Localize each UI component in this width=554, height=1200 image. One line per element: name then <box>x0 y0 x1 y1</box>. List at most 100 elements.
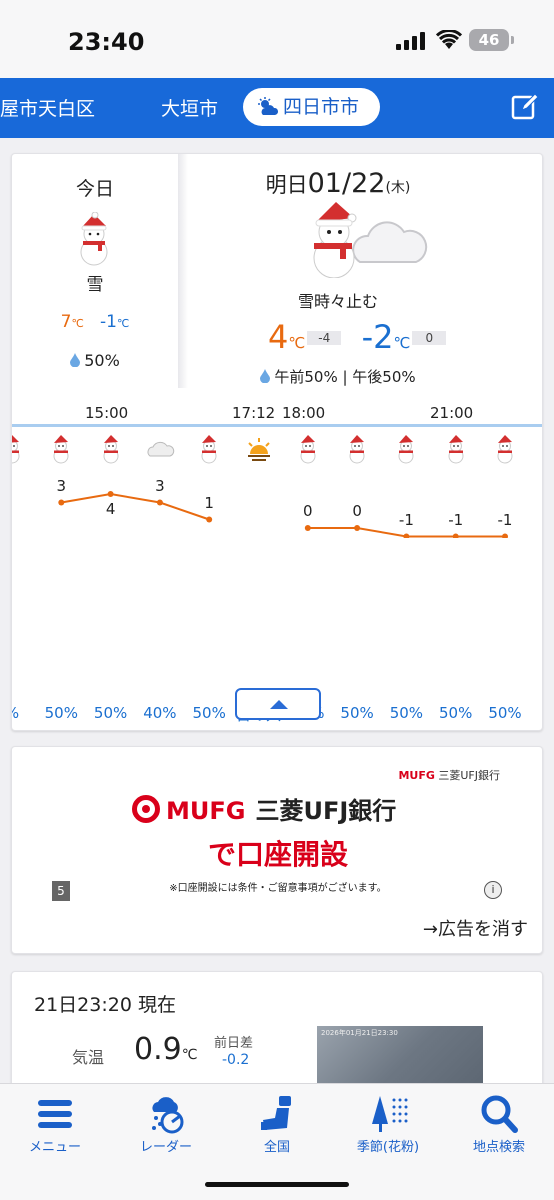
forecast-card: 今日 雪 7℃ -1℃ 50% 明日01/22(木) 雪時々止む 4℃ -4 -… <box>11 153 543 731</box>
hourly-temp: 1 <box>204 493 214 512</box>
current-temperature: 0.9℃ <box>134 1032 198 1067</box>
today-weather: 雪 <box>86 275 104 295</box>
snowman-icon <box>342 434 372 464</box>
snowman-cloud-icon <box>313 202 428 278</box>
snowman-icon <box>490 434 520 464</box>
collapse-button[interactable] <box>235 688 321 720</box>
current-diff: -0.2 <box>222 1052 250 1068</box>
hourly-temp: 0 <box>352 502 362 520</box>
temperature-label: 気温 <box>72 1048 105 1067</box>
temp-point <box>107 491 114 497</box>
ad-top-logo: MUFG 三菱UFJ銀行 <box>398 769 500 782</box>
tomorrow-precip: 午前50% | 午後50% <box>188 366 488 387</box>
temp-point <box>452 533 459 538</box>
tomorrow-forecast[interactable]: 明日01/22(木) 雪時々止む 4℃ -4 -2℃ 0 午前50% | 午後50% <box>188 154 542 388</box>
hourly-pop: 40% <box>143 704 177 722</box>
info-icon[interactable]: i <box>484 881 502 899</box>
time-label: 21:00 <box>430 404 474 422</box>
snowman-icon <box>539 434 542 464</box>
tomorrow-low-diff: 0 <box>412 331 447 345</box>
tomorrow-label: 明日01/22(木) <box>265 168 411 199</box>
status-time: 23:40 <box>68 28 145 56</box>
tomorrow-temps: 4℃ -4 -2℃ 0 <box>268 318 468 356</box>
sunset-icon <box>244 434 274 464</box>
location-tab-ogaki[interactable]: 大垣市 <box>161 94 218 121</box>
nav-season-pollen[interactable]: 季節(花粉) <box>338 1090 438 1160</box>
current-conditions-card: 21日23:20 現在 気温 0.9℃ 前日差 -0.2 2026年01月21日… <box>11 971 543 1101</box>
ad-banner[interactable]: MUFG 三菱UFJ銀行 MUFG 三菱UFJ銀行 で口座開設 ※口座開設には条件… <box>52 763 504 901</box>
location-tab-yokkaichi[interactable]: 四日市市 <box>243 88 380 126</box>
timeline-line <box>12 424 542 427</box>
hourly-temp: 4 <box>105 500 116 518</box>
hourly-temp: 3 <box>155 476 165 495</box>
cloud-icon <box>145 434 175 464</box>
search-icon <box>481 1095 518 1133</box>
remove-ad-link[interactable]: →広告を消す <box>423 915 528 941</box>
wifi-icon <box>436 30 462 49</box>
hourly-temp: 3 <box>56 476 67 495</box>
hourly-pop: 50% <box>488 704 522 722</box>
snowman-icon <box>194 434 224 464</box>
home-indicator <box>205 1182 349 1187</box>
temp-point <box>156 499 163 506</box>
nav-location-search[interactable]: 地点検索 <box>449 1090 549 1160</box>
current-title: 21日23:20 現在 <box>34 994 176 1016</box>
ad-brand: MUFG 三菱UFJ銀行 <box>132 791 396 826</box>
hourly-temp: -1 <box>497 510 513 529</box>
ad-card: MUFG 三菱UFJ銀行 MUFG 三菱UFJ銀行 で口座開設 ※口座開設には条件… <box>11 746 543 954</box>
temp-point <box>502 533 508 538</box>
hourly-pop: % <box>12 704 37 722</box>
mufg-logo-icon <box>132 795 160 823</box>
hourly-pop: 50% <box>44 704 78 722</box>
temp-point <box>354 525 361 531</box>
snowman-icon <box>441 434 471 464</box>
menu-icon <box>38 1100 72 1128</box>
tomorrow-high-diff: -4 <box>307 331 342 345</box>
temp-point <box>58 499 65 506</box>
today-precip: 50% <box>12 351 178 370</box>
snowman-icon <box>391 434 421 464</box>
tomorrow-high: 4 <box>268 318 289 356</box>
tomorrow-weather: 雪時々止む <box>297 292 378 311</box>
signal-icon <box>396 32 426 50</box>
hourly-pop: 50% <box>389 704 424 722</box>
nav-menu[interactable]: メニュー <box>5 1090 105 1160</box>
hourly-temp: -1 <box>398 510 414 529</box>
radar-icon <box>152 1097 184 1134</box>
today-forecast[interactable]: 今日 雪 7℃ -1℃ 50% <box>12 154 178 388</box>
snowman-icon <box>96 434 126 464</box>
snowman-icon <box>46 434 76 464</box>
snowman-icon <box>12 434 27 464</box>
temp-point <box>206 516 213 523</box>
battery-icon: 46 <box>469 29 509 51</box>
location-tabs-header: 屋市天白区 大垣市 四日市市 <box>0 78 554 138</box>
radar-timestamp: 2026年01月21日23:30 <box>321 1029 398 1037</box>
location-tab-tempaku[interactable]: 屋市天白区 <box>0 94 95 121</box>
today-low: -1 <box>100 312 117 332</box>
hourly-pop: 50% <box>192 704 226 722</box>
hourly-pop: 50% <box>340 704 374 722</box>
hourly-temp: -1 <box>448 510 464 529</box>
hourly-temp: 0 <box>303 502 313 520</box>
ad-headline: で口座開設 <box>207 838 348 871</box>
partly-cloudy-icon <box>258 97 279 115</box>
nav-nationwide[interactable]: 全国 <box>227 1090 327 1160</box>
time-label: 18:00 <box>282 404 326 422</box>
diff-label: 前日差 <box>214 1036 254 1051</box>
temp-point <box>403 533 410 538</box>
edit-icon[interactable] <box>510 92 540 122</box>
nav-radar[interactable]: レーダー <box>116 1090 216 1160</box>
temp-point <box>304 525 311 531</box>
today-label: 今日 <box>75 178 114 200</box>
ad-badge: 5 <box>52 881 70 901</box>
raindrop-icon <box>70 353 81 367</box>
time-label: 15:00 <box>85 404 129 422</box>
tree-icon <box>372 1096 408 1132</box>
time-label: 17:12 <box>232 404 276 422</box>
chevron-up-icon <box>270 700 288 709</box>
japan-map-icon <box>261 1096 291 1130</box>
today-temps: 7℃ -1℃ <box>60 312 130 332</box>
hourly-forecast[interactable]: 15:00 17:12 18:00 21:00 %74350%560.34450… <box>12 388 542 724</box>
tomorrow-low: -2 <box>361 318 394 356</box>
ad-note: ※口座開設には条件・ご留意事項がございます。 <box>169 883 387 894</box>
